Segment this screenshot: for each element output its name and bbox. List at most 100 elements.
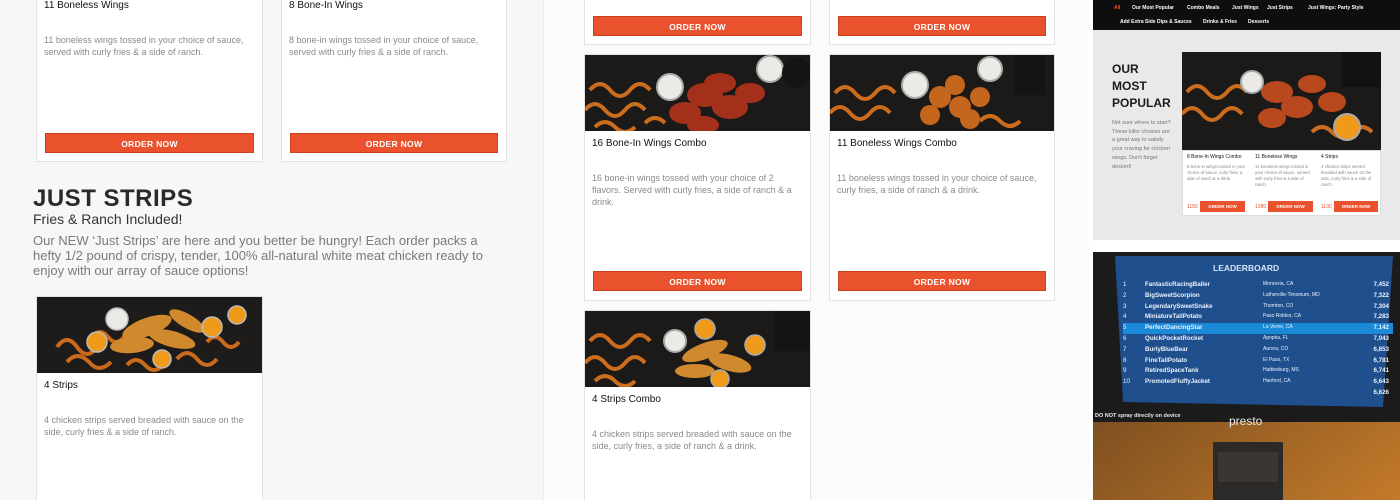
mini-card-desc: 4 chicken strips served breaded with sau… xyxy=(1321,164,1372,187)
section-body: Our NEW ‘Just Strips’ are here and you b… xyxy=(33,233,483,278)
mini-card-title: 8 Bone-In Wings Combo xyxy=(1187,154,1242,160)
heading-line: OUR xyxy=(1112,62,1139,76)
order-now-button[interactable]: ORDER NOW xyxy=(593,16,802,36)
order-now-button[interactable]: ORDER NOW xyxy=(1268,201,1313,212)
leaderboard-row: 9 RetiredSpaceTank Hattiesburg, MS 6,741 xyxy=(1123,366,1393,377)
card-description: 16 bone-in wings tossed with your choice… xyxy=(592,173,792,207)
device-warning-text: DO NOT spray directly on device xyxy=(1095,413,1181,419)
leaderboard-row: 2 BigSweetScorpion Lutherville-Timonium, M… xyxy=(1123,291,1393,302)
leaderboard-row: 3 LegendarySweetSnake Thornton, CO 7,304 xyxy=(1123,302,1393,313)
menu-card-8-bone-in-wings: 8 Bone-In Wings 8 bone-in wings tossed i… xyxy=(281,0,507,162)
mini-cards-row: 8 Bone-In Wings Combo 8 bone-in wings to… xyxy=(1182,150,1381,216)
screenshot-collage: 11 Boneless Wings 11 boneless wings toss… xyxy=(0,0,1400,500)
leaderboard-player-name: BigSweetScorpion xyxy=(1145,291,1200,299)
nav-item-just-strips[interactable]: Just Strips xyxy=(1267,5,1293,11)
nav-item-combo-meals[interactable]: Combo Meals xyxy=(1187,5,1220,11)
leaderboard-rank: 5 xyxy=(1123,324,1127,332)
collage-right-column: All Our Most Popular Combo Meals Just Wi… xyxy=(1093,0,1400,500)
nav-item-desserts[interactable]: Desserts xyxy=(1248,19,1269,25)
food-image-bone-in-combo xyxy=(585,55,810,131)
leaderboard-score: 7,283 xyxy=(1373,313,1389,321)
device-brand-logo: presto xyxy=(1229,414,1263,428)
order-now-button[interactable]: ORDER NOW xyxy=(290,133,498,153)
popular-food-photo xyxy=(1182,52,1381,150)
nav-item-most-popular[interactable]: Our Most Popular xyxy=(1132,5,1174,11)
order-now-button[interactable]: ORDER NOW xyxy=(838,271,1046,291)
leaderboard-row: 8 FineTallPotato El Paso, TX 6,781 xyxy=(1123,356,1393,367)
nav-item-drinks-fries[interactable]: Drinks & Fries xyxy=(1203,19,1237,25)
leaderboard-score: 6,626 xyxy=(1373,389,1389,396)
bone-in-combo-photo xyxy=(585,55,810,131)
leaderboard-row: 6 QuickPocketRocket Apopka, FL 7,043 xyxy=(1123,334,1393,345)
leaderboard-score: 6,781 xyxy=(1373,356,1389,364)
order-now-button[interactable]: ORDER NOW xyxy=(593,271,802,291)
most-popular-heading: OUR MOST POPULAR xyxy=(1112,61,1171,112)
nav-item-party-style[interactable]: Just Wings: Party Style xyxy=(1308,5,1364,11)
card-title: 4 Strips xyxy=(44,380,78,391)
menu-card-11-boneless-wings-combo: 11 Boneless Wings Combo 11 boneless wing… xyxy=(829,54,1055,301)
section-heading: JUST STRIPS xyxy=(33,185,194,212)
order-now-button[interactable]: ORDER NOW xyxy=(45,133,254,153)
mini-card-desc: 8 bone-in wings tossed in your choice of… xyxy=(1187,164,1246,181)
mini-card-title: 4 Strips xyxy=(1321,154,1338,160)
leaderboard-player-name: LegendarySweetSnake xyxy=(1145,302,1213,310)
leaderboard-row: 6,626 xyxy=(1123,388,1393,399)
nav-item-extra-sides[interactable]: Add Extra Side Dips & Sauces xyxy=(1120,19,1192,25)
leaderboard-location: Thornton, CO xyxy=(1263,302,1294,309)
leaderboard-photo: LEADERBOARD 1 FantasticRacingBaller Monrov… xyxy=(1093,252,1400,500)
leaderboard-rank: 10 xyxy=(1123,378,1130,386)
menu-card-top-left: ORDER NOW xyxy=(584,0,811,45)
order-now-button[interactable]: ORDER NOW xyxy=(1334,201,1378,212)
leaderboard-row: 10 PromotedFluffyJacket Hanford, CA 6,643 xyxy=(1123,377,1393,388)
leaderboard-player-name: QuickPocketRocket xyxy=(1145,335,1204,342)
leaderboard-score: 7,304 xyxy=(1373,302,1389,310)
menu-card-11-boneless-wings: 11 Boneless Wings 11 boneless wings toss… xyxy=(36,0,263,162)
nav-item-all[interactable]: All xyxy=(1114,5,1120,11)
card-description: 8 bone-in wings tossed in your choice of… xyxy=(289,35,479,57)
leaderboard-location: Lutherville-Timonium, MD xyxy=(1263,291,1320,298)
food-image-strips xyxy=(37,297,262,373)
leaderboard-rank: 6 xyxy=(1123,335,1127,342)
leaderboard-location: Aurora, CO xyxy=(1263,345,1289,352)
mini-card-title: 11 Boneless Wings xyxy=(1255,154,1298,160)
food-image-strips-combo xyxy=(585,311,810,387)
leaderboard-rank: 1 xyxy=(1123,281,1127,288)
menu-card-4-strips: 4 Strips 4 chicken strips served breaded… xyxy=(36,296,263,500)
leaderboard-score: 7,043 xyxy=(1373,335,1389,342)
order-now-button[interactable]: ORDER NOW xyxy=(838,16,1046,36)
mini-card-desc: 11 boneless wings tossed in your choice … xyxy=(1255,164,1310,187)
leaderboard-rank: 2 xyxy=(1123,291,1127,299)
card-title: 8 Bone-In Wings xyxy=(289,0,363,11)
heading-line: POPULAR xyxy=(1112,96,1171,110)
menu-card-16-bone-in-wings-combo: 16 Bone-In Wings Combo 16 bone-in wings … xyxy=(584,54,811,301)
card-title: 11 Boneless Wings Combo xyxy=(837,138,957,149)
leaderboard-player-name: FineTallPotato xyxy=(1145,356,1188,364)
leaderboard-title: LEADERBOARD xyxy=(1213,263,1280,273)
leaderboard-player-name: BurlyBlueBear xyxy=(1145,345,1188,353)
strips-combo-photo xyxy=(585,311,810,387)
menu-panel-combos: ORDER NOW ORDER NOW 16 Bone-In Wings Com… xyxy=(543,0,1089,500)
card-description: 4 chicken strips served breaded with sau… xyxy=(44,415,244,437)
section-subheading: Fries & Ranch Included! xyxy=(33,211,183,227)
leaderboard-row: 1 FantasticRacingBaller Monrovia, CA 7,452 xyxy=(1123,280,1393,291)
leaderboard-player-name: MiniatureTallPotato xyxy=(1145,313,1202,321)
leaderboard-score: 6,741 xyxy=(1373,367,1389,375)
leaderboard-location: La Verne, CA xyxy=(1263,324,1293,331)
mini-card-price: 1150 xyxy=(1187,204,1198,210)
mini-card: 4 Strips 4 chicken strips served breaded… xyxy=(1321,154,1378,212)
menu-card-4-strips-combo: 4 Strips Combo 4 chicken strips served b… xyxy=(584,310,811,500)
leaderboard-location: Hanford, CA xyxy=(1263,378,1291,385)
leaderboard-player-name: PromotedFluffyJacket xyxy=(1145,378,1210,386)
heading-line: MOST xyxy=(1112,79,1147,93)
leaderboard-rank: 8 xyxy=(1123,356,1127,364)
leaderboard-rank: 4 xyxy=(1123,313,1127,321)
leaderboard-score: 7,452 xyxy=(1373,281,1389,288)
leaderboard-location: El Paso, TX xyxy=(1263,356,1290,363)
leaderboard-score: 6,643 xyxy=(1373,378,1389,386)
nav-item-just-wings[interactable]: Just Wings xyxy=(1232,5,1259,11)
order-now-button[interactable]: ORDER NOW xyxy=(1200,201,1245,212)
leaderboard-location: Apopka, FL xyxy=(1263,335,1289,341)
food-image-boneless-combo xyxy=(830,55,1054,131)
most-popular-image xyxy=(1182,52,1381,150)
card-description: 4 chicken strips served breaded with sau… xyxy=(592,429,792,451)
